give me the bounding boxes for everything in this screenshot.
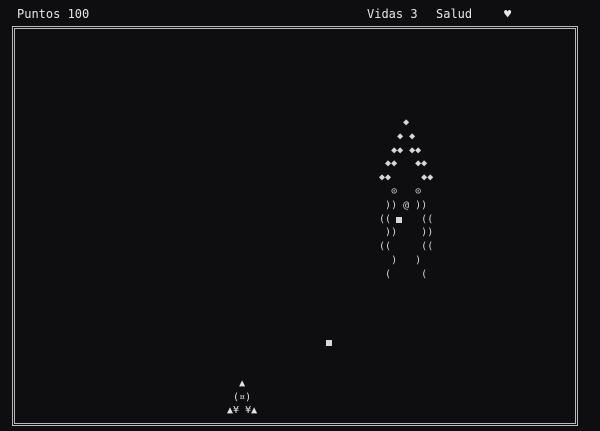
health-label: Salud [436, 7, 473, 21]
enemy-core-block [396, 217, 402, 223]
projectile [326, 340, 332, 346]
score-display: Puntos 100 [17, 7, 90, 21]
game-arena[interactable] [12, 26, 578, 426]
heart-icon: ♥ [504, 7, 512, 21]
lives-display: Vidas 3 [367, 7, 418, 21]
alien-ship-icon: ◆ ◆ ◆ ◆◆ ◆◆ ◆◆ ◆◆ ◆◆ ◆◆ ⊙ ⊙ )) @ )) (( (… [379, 117, 434, 280]
player-ship-icon[interactable]: ▲ (¤) ▲¥ ¥▲ [215, 377, 257, 418]
